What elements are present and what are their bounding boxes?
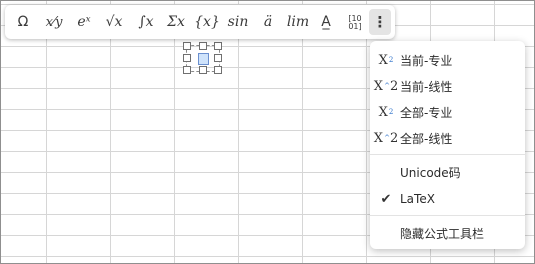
radical-icon[interactable]: √x [101,9,127,35]
omega-symbol-icon[interactable]: Ω [11,9,35,35]
menu-item-hide-toolbar[interactable]: 隐藏公式工具栏 [370,220,525,246]
equation-object[interactable] [183,42,222,74]
menu-item-label: Unicode码 [400,165,461,180]
resize-handle[interactable] [183,66,191,74]
bracket-icon[interactable]: {x} [193,9,221,35]
resize-handle[interactable] [183,42,191,50]
limit-icon[interactable]: lim [283,9,313,35]
professional-format-icon: X2 [378,104,394,120]
menu-item-all-professional[interactable]: X2 全部-专业 [370,99,525,125]
resize-handle[interactable] [214,66,222,74]
professional-format-icon: X2 [378,52,394,68]
menu-item-label: 当前-线性 [400,79,453,94]
menu-divider [370,215,525,216]
menu-item-label: 隐藏公式工具栏 [400,226,485,241]
menu-item-unicode[interactable]: Unicode码 [370,159,525,185]
menu-item-current-linear[interactable]: X ^ 2 当前-线性 [370,73,525,99]
menu-item-label: 全部-专业 [400,105,453,120]
toolbar-options-menu: X2 当前-专业 X ^ 2 当前-线性 X2 全部-专业 X ^ 2 全部-线性 Un… [370,41,525,249]
resize-handle[interactable] [199,66,207,74]
accent-icon[interactable]: ä [255,9,281,35]
more-options-icon[interactable]: ⋮ [369,9,391,35]
integral-icon[interactable]: ∫x [133,9,159,35]
resize-handle[interactable] [214,54,222,62]
operator-icon[interactable]: A̲ [313,9,339,35]
menu-divider [370,154,525,155]
menu-item-label: LaTeX [400,192,435,206]
menu-item-all-linear[interactable]: X ^ 2 全部-线性 [370,125,525,151]
linear-format-icon: X ^ 2 [373,78,399,94]
linear-format-icon: X ^ 2 [373,130,399,146]
menu-item-label: 当前-专业 [400,53,453,68]
spreadsheet-grid[interactable]: Ω x⁄y eˣ √x ∫x Σx {x} sin ä lim A̲ [10 0… [0,0,535,264]
equation-placeholder [198,53,209,65]
fraction-icon[interactable]: x⁄y [41,9,67,35]
menu-item-current-professional[interactable]: X2 当前-专业 [370,47,525,73]
function-icon[interactable]: sin [223,9,253,35]
large-operator-icon[interactable]: Σx [162,9,190,35]
resize-handle[interactable] [214,42,222,50]
resize-handle[interactable] [199,42,207,50]
menu-item-latex[interactable]: ✔ LaTeX [370,186,525,212]
checkmark-icon: ✔ [380,191,392,207]
script-icon[interactable]: eˣ [71,9,97,35]
menu-item-label: 全部-线性 [400,131,453,146]
resize-handle[interactable] [183,54,191,62]
equation-toolbar: Ω x⁄y eˣ √x ∫x Σx {x} sin ä lim A̲ [10 0… [5,5,395,39]
matrix-icon[interactable]: [10 01] [341,9,369,37]
